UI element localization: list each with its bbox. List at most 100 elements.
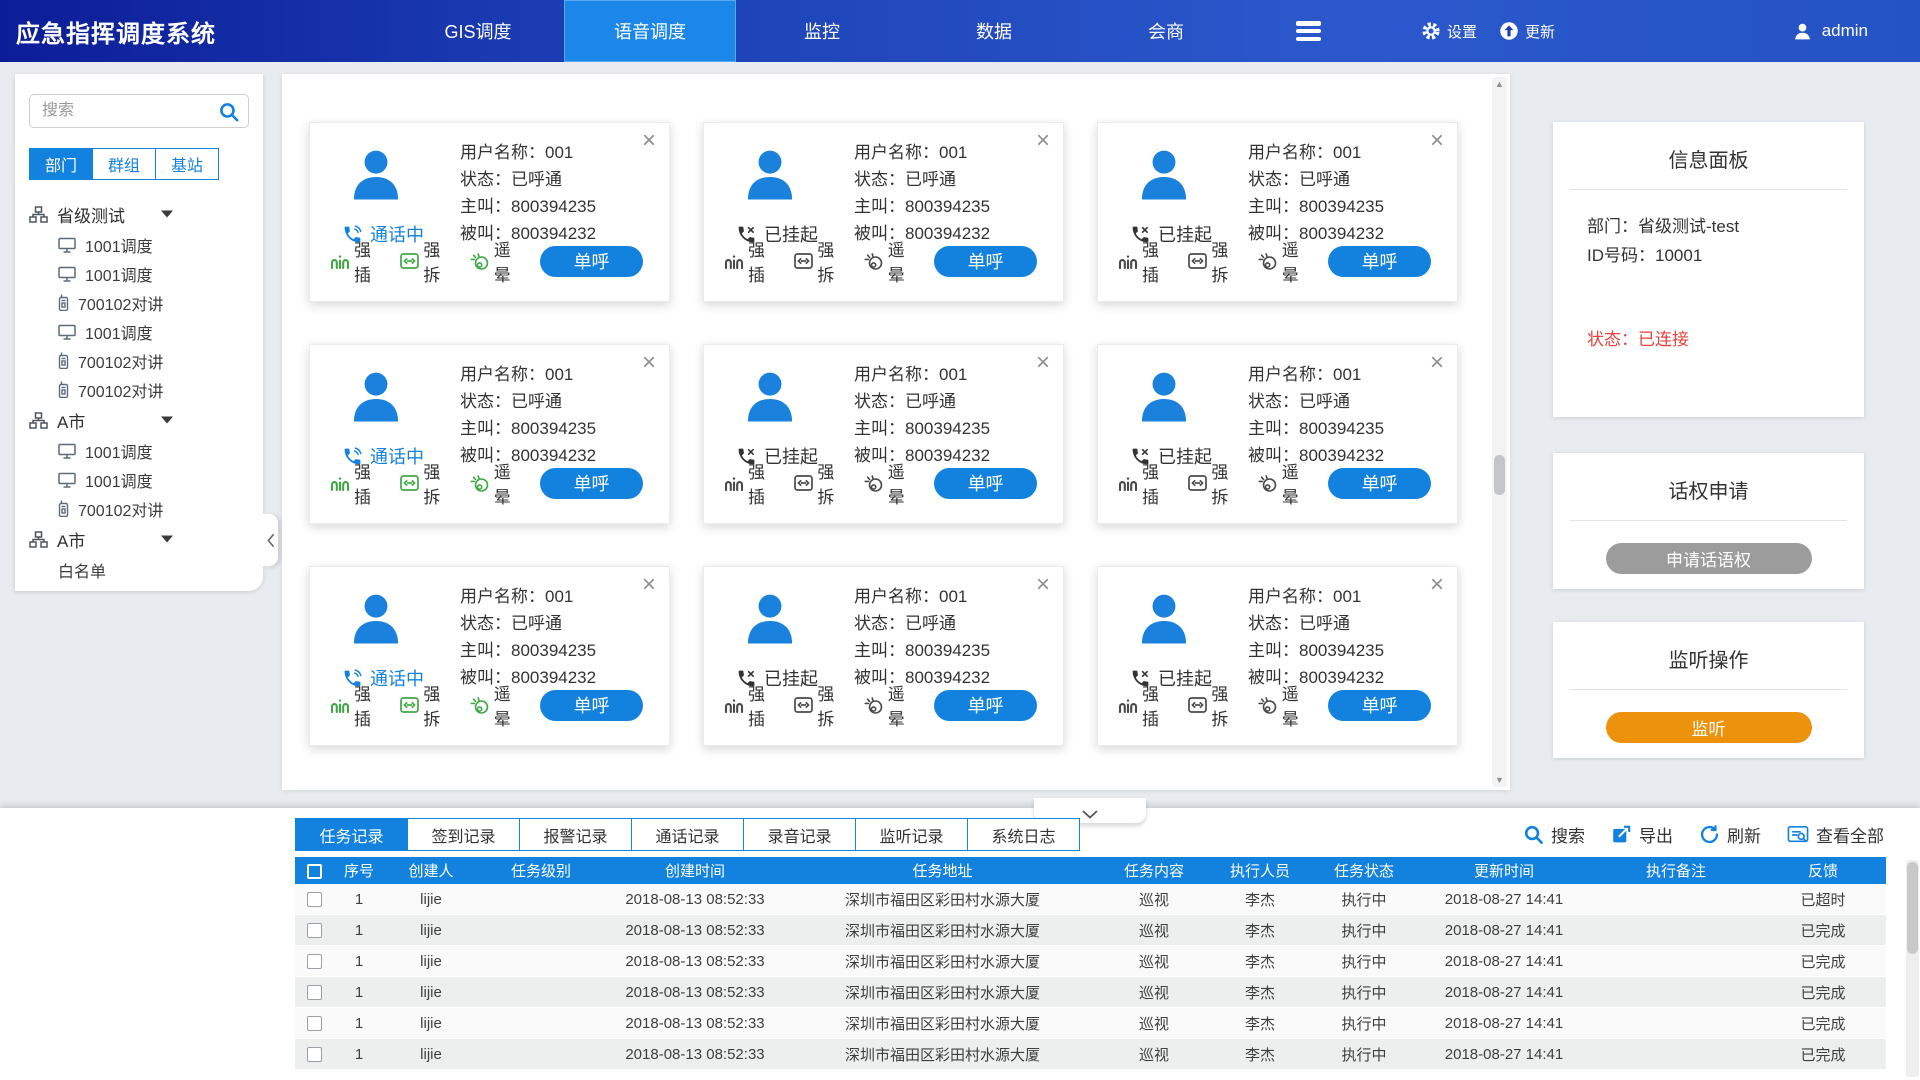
close-icon[interactable]: × (642, 351, 656, 375)
remote-stun-button[interactable]: 遥晕 (470, 680, 527, 730)
hamburger-menu-icon[interactable] (1296, 21, 1321, 41)
close-icon[interactable]: × (642, 573, 656, 597)
close-icon[interactable]: × (1430, 573, 1444, 597)
force-break-button[interactable]: 强拆 (1188, 236, 1244, 286)
force-insert-button[interactable]: 强插 (330, 680, 387, 730)
sidebar-tab-2[interactable]: 群组 (92, 148, 156, 180)
tree-item[interactable]: 700102对讲 (29, 288, 249, 317)
record-tab-5[interactable]: 录音记录 (743, 818, 856, 851)
settings-button[interactable]: 设置 (1421, 21, 1477, 42)
force-break-button[interactable]: 强拆 (400, 458, 456, 508)
sidebar-tab-1[interactable]: 部门 (29, 148, 93, 180)
nav-tab-5[interactable]: 会商 (1080, 0, 1252, 62)
single-call-button[interactable]: 单呼 (1328, 246, 1431, 277)
tree-item[interactable]: 白名单 (29, 555, 249, 584)
single-call-button[interactable]: 单呼 (934, 690, 1037, 721)
tree-group[interactable]: A市 (29, 404, 249, 436)
force-insert-button[interactable]: 强插 (330, 458, 387, 508)
request-talk-right-button[interactable]: 申请话语权 (1606, 543, 1812, 574)
record-tab-7[interactable]: 系统日志 (967, 818, 1080, 851)
select-all-checkbox[interactable] (307, 864, 322, 879)
close-icon[interactable]: × (1036, 129, 1050, 153)
scroll-up-arrow[interactable]: ▲ (1492, 77, 1507, 91)
scroll-thumb[interactable] (1494, 455, 1505, 495)
force-break-button[interactable]: 强拆 (1188, 458, 1244, 508)
nav-tab-1[interactable]: GIS调度 (392, 0, 564, 62)
force-break-button[interactable]: 强拆 (400, 680, 456, 730)
remote-stun-button[interactable]: 遥晕 (1258, 458, 1315, 508)
view-all-button[interactable]: 查看全部 (1787, 822, 1884, 847)
single-call-button[interactable]: 单呼 (540, 690, 643, 721)
force-insert-button[interactable]: 强插 (724, 680, 781, 730)
record-tab-3[interactable]: 报警记录 (519, 818, 632, 851)
force-break-button[interactable]: 强拆 (794, 458, 850, 508)
single-call-button[interactable]: 单呼 (540, 468, 643, 499)
remote-stun-button[interactable]: 遥晕 (470, 458, 527, 508)
single-call-button[interactable]: 单呼 (934, 468, 1037, 499)
record-tab-4[interactable]: 通话记录 (631, 818, 744, 851)
single-call-button[interactable]: 单呼 (540, 246, 643, 277)
force-insert-button[interactable]: 强插 (1118, 236, 1175, 286)
single-call-button[interactable]: 单呼 (934, 246, 1037, 277)
tree-item[interactable]: 1001调度 (29, 230, 249, 259)
row-checkbox[interactable] (307, 985, 322, 1000)
remote-stun-button[interactable]: 遥晕 (864, 458, 921, 508)
tree-item[interactable]: 1001调度 (29, 317, 249, 346)
force-insert-button[interactable]: 强插 (1118, 458, 1175, 508)
monitor-button[interactable]: 监听 (1606, 712, 1812, 743)
search-button[interactable]: 搜索 (1523, 822, 1585, 847)
feedback-link[interactable]: 已完成 (1760, 1039, 1886, 1070)
force-insert-button[interactable]: 强插 (330, 236, 387, 286)
row-checkbox[interactable] (307, 954, 322, 969)
remote-stun-button[interactable]: 遥晕 (864, 680, 921, 730)
close-icon[interactable]: × (1036, 573, 1050, 597)
table-scrollbar[interactable] (1906, 860, 1919, 1077)
nav-tab-4[interactable]: 数据 (908, 0, 1080, 62)
sidebar-collapse-handle[interactable] (263, 514, 278, 566)
nav-tab-3[interactable]: 监控 (736, 0, 908, 62)
force-break-button[interactable]: 强拆 (794, 236, 850, 286)
close-icon[interactable]: × (1430, 129, 1444, 153)
tree-item[interactable]: 1001调度 (29, 259, 249, 288)
update-button[interactable]: 更新 (1499, 21, 1555, 42)
single-call-button[interactable]: 单呼 (1328, 468, 1431, 499)
export-button[interactable]: 导出 (1611, 822, 1673, 847)
feedback-link[interactable]: 已完成 (1760, 946, 1886, 977)
row-checkbox[interactable] (307, 1016, 322, 1031)
force-insert-button[interactable]: 强插 (1118, 680, 1175, 730)
force-insert-button[interactable]: 强插 (724, 458, 781, 508)
user-menu[interactable]: admin (1792, 21, 1868, 42)
close-icon[interactable]: × (1036, 351, 1050, 375)
scroll-down-arrow[interactable]: ▼ (1492, 773, 1507, 787)
sidebar-tab-3[interactable]: 基站 (155, 148, 219, 180)
remote-stun-button[interactable]: 遥晕 (470, 236, 527, 286)
tree-item[interactable]: 1001调度 (29, 465, 249, 494)
search-input[interactable] (30, 95, 248, 127)
tree-item[interactable]: 700102对讲 (29, 375, 249, 404)
record-tab-2[interactable]: 签到记录 (407, 818, 520, 851)
nav-tab-2[interactable]: 语音调度 (564, 0, 736, 62)
caret-down-icon[interactable] (161, 416, 173, 424)
record-tab-6[interactable]: 监听记录 (855, 818, 968, 851)
row-checkbox[interactable] (307, 1047, 322, 1062)
feedback-link[interactable]: 已完成 (1760, 915, 1886, 946)
table-scroll-thumb[interactable] (1907, 862, 1918, 954)
row-checkbox[interactable] (307, 892, 322, 907)
single-call-button[interactable]: 单呼 (1328, 690, 1431, 721)
vertical-scrollbar[interactable]: ▲ ▼ (1492, 77, 1507, 787)
caret-down-icon[interactable] (161, 210, 173, 218)
remote-stun-button[interactable]: 遥晕 (864, 236, 921, 286)
caret-down-icon[interactable] (161, 535, 173, 543)
force-break-button[interactable]: 强拆 (1188, 680, 1244, 730)
feedback-link[interactable]: 已超时 (1760, 884, 1886, 915)
tree-group[interactable]: A市 (29, 523, 249, 555)
close-icon[interactable]: × (642, 129, 656, 153)
feedback-link[interactable]: 已完成 (1760, 977, 1886, 1008)
force-insert-button[interactable]: 强插 (724, 236, 781, 286)
row-checkbox[interactable] (307, 923, 322, 938)
refresh-button[interactable]: 刷新 (1699, 822, 1761, 847)
tree-item[interactable]: 700102对讲 (29, 346, 249, 375)
force-break-button[interactable]: 强拆 (400, 236, 456, 286)
tree-item[interactable]: 700102对讲 (29, 494, 249, 523)
close-icon[interactable]: × (1430, 351, 1444, 375)
